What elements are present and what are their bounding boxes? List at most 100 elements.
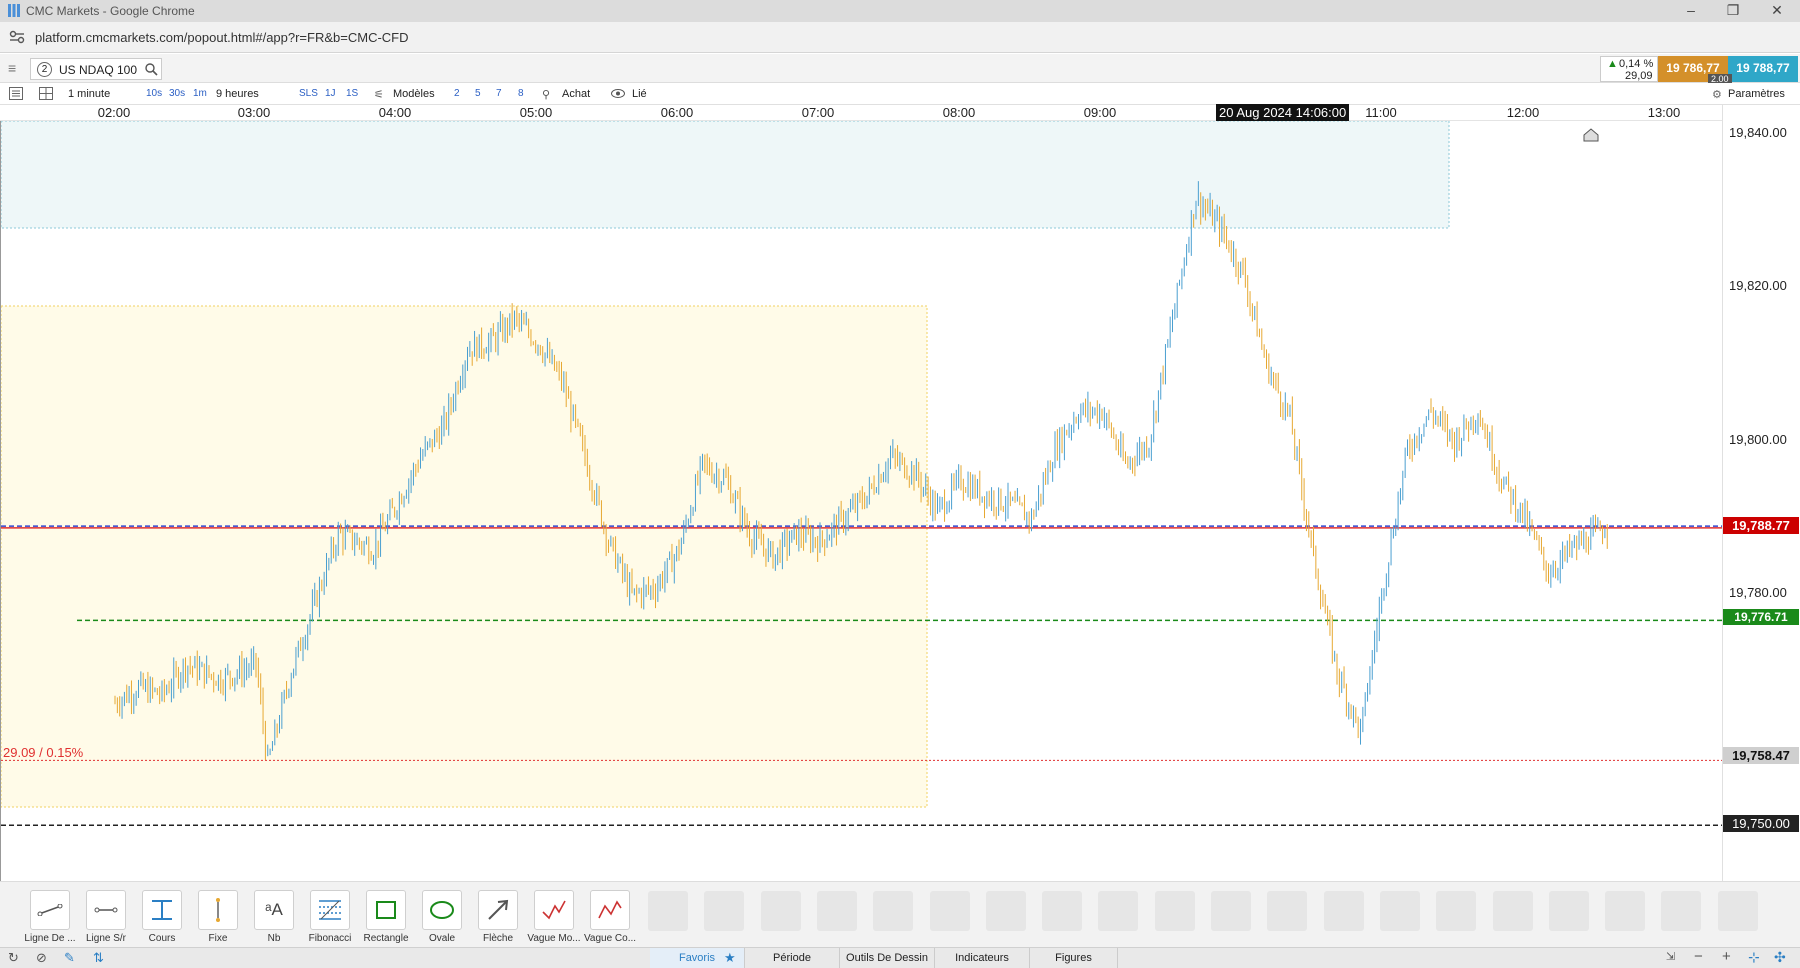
- empty-tool-slot[interactable]: [1323, 891, 1364, 931]
- interval-10s[interactable]: 10s: [146, 88, 162, 99]
- empty-tool-slot[interactable]: [704, 891, 745, 931]
- range-1j[interactable]: 1J: [325, 88, 336, 99]
- settings-gear-icon[interactable]: ⚙: [1712, 88, 1722, 101]
- tool-label: Ovale: [428, 933, 456, 944]
- buy-button[interactable]: 19 788,77: [1728, 56, 1798, 82]
- search-icon[interactable]: [145, 63, 158, 76]
- tab-drawing-tools[interactable]: Outils De Dessin: [840, 948, 935, 968]
- time-label: 02:00: [97, 105, 131, 120]
- move-icon[interactable]: ✣: [1774, 949, 1786, 966]
- time-label: 05:00: [519, 105, 553, 120]
- template-8[interactable]: 8: [518, 88, 524, 99]
- list-icon[interactable]: [9, 87, 23, 100]
- empty-tool-slot[interactable]: [1605, 891, 1646, 931]
- empty-tool-slot[interactable]: [1436, 891, 1477, 931]
- template-7[interactable]: 7: [496, 88, 502, 99]
- url-text[interactable]: platform.cmcmarkets.com/popout.html#/app…: [35, 30, 409, 45]
- price-chart[interactable]: 29.09 / 0.15%: [0, 120, 1723, 881]
- rectangle-icon: [376, 901, 396, 919]
- refresh-icon[interactable]: ↻: [8, 950, 19, 966]
- up-arrow-icon: ▲: [1607, 58, 1618, 70]
- empty-tool-slot[interactable]: [1267, 891, 1308, 931]
- tool-rectangle[interactable]: Rectangle: [358, 890, 414, 944]
- time-axis: 02:00 03:00 04:00 05:00 06:00 07:00 08:0…: [0, 105, 1722, 121]
- empty-tool-slot[interactable]: [1661, 891, 1702, 931]
- tool-sr-line[interactable]: Ligne S/r: [78, 890, 134, 944]
- tool-label: Vague Mo...: [527, 933, 581, 944]
- tool-price[interactable]: Cours: [134, 890, 190, 944]
- template-2[interactable]: 2: [454, 88, 460, 99]
- text-tool-icon: ᵃA: [265, 900, 283, 919]
- home-marker-icon[interactable]: [1583, 128, 1599, 142]
- tab-period[interactable]: Période: [745, 948, 840, 968]
- order-icon: ⚲: [542, 89, 551, 101]
- red-line-label: 19,758.47: [1723, 747, 1799, 764]
- tool-fibonacci[interactable]: Fibonacci: [302, 890, 358, 944]
- tool-trend-line[interactable]: Ligne De ...: [22, 890, 78, 944]
- range-selector[interactable]: 9 heures: [216, 88, 259, 100]
- window-title: CMC Markets - Google Chrome: [26, 4, 195, 18]
- tool-motive-wave[interactable]: Vague Mo...: [526, 890, 582, 944]
- time-label: 08:00: [942, 105, 976, 120]
- empty-tool-slot[interactable]: [760, 891, 801, 931]
- template-5[interactable]: 5: [475, 88, 481, 99]
- instrument-selector[interactable]: 2 US NDAQ 100: [30, 58, 162, 80]
- menu-icon[interactable]: ≡: [8, 60, 16, 76]
- fixed-tool-icon: [216, 898, 220, 922]
- tool-note[interactable]: ᵃA Nb: [246, 890, 302, 944]
- auto-fit-icon[interactable]: ⇲: [1666, 950, 1675, 963]
- empty-tool-slot[interactable]: [1717, 891, 1758, 931]
- templates-button[interactable]: Modèles: [393, 88, 435, 100]
- minimize-button[interactable]: –: [1676, 2, 1706, 18]
- interval-1m[interactable]: 1m: [193, 88, 207, 99]
- tool-corrective-wave[interactable]: Vague Co...: [582, 890, 638, 944]
- drawing-toolbar: Ligne De ... Ligne S/r Cours Fixe ᵃA Nb F…: [0, 881, 1800, 947]
- change-percent: 0,14 %: [1619, 58, 1654, 70]
- tab-indicators[interactable]: Indicateurs: [935, 948, 1030, 968]
- close-window-button[interactable]: ✕: [1762, 2, 1792, 19]
- site-info-icon[interactable]: [9, 30, 25, 44]
- settings-button[interactable]: Paramètres: [1728, 88, 1785, 100]
- range-1s[interactable]: 1S: [346, 88, 358, 99]
- magnet-icon[interactable]: ⇅: [93, 950, 104, 966]
- tab-figures[interactable]: Figures: [1030, 948, 1118, 968]
- tab-label: Favoris: [678, 952, 716, 964]
- empty-tool-slot[interactable]: [1379, 891, 1420, 931]
- interval-selector[interactable]: 1 minute: [68, 88, 110, 100]
- empty-tool-slot[interactable]: [816, 891, 857, 931]
- highlight-zone-blue[interactable]: [0, 120, 1450, 229]
- tool-arrow[interactable]: Flèche: [470, 890, 526, 944]
- empty-tool-slot[interactable]: [985, 891, 1026, 931]
- star-icon[interactable]: ★: [724, 950, 736, 966]
- zoom-in-icon[interactable]: +: [1722, 948, 1731, 965]
- empty-tool-slot[interactable]: [1154, 891, 1195, 931]
- address-bar[interactable]: platform.cmcmarkets.com/popout.html#/app…: [0, 22, 1800, 53]
- range-sls[interactable]: SLS: [299, 88, 318, 99]
- price-tick: 19,800.00: [1729, 432, 1787, 447]
- restore-button[interactable]: ❐: [1718, 2, 1748, 19]
- change-indicator: ▲ 0,14 % 29,09: [1600, 56, 1658, 82]
- linked-button[interactable]: Lié: [632, 88, 647, 100]
- pencil-icon[interactable]: ✎: [64, 950, 75, 966]
- price-axis[interactable]: 19,840.00 19,820.00 19,800.00 19,780.00 …: [1722, 105, 1800, 881]
- highlight-zone-yellow[interactable]: [0, 305, 928, 808]
- empty-tool-slot[interactable]: [1042, 891, 1083, 931]
- motive-wave-icon: [542, 900, 566, 920]
- layout-grid-icon[interactable]: [39, 87, 53, 100]
- tool-ellipse[interactable]: Ovale: [414, 890, 470, 944]
- order-button[interactable]: Achat: [562, 88, 590, 100]
- cancel-icon[interactable]: ⊘: [36, 950, 47, 966]
- tool-fixed[interactable]: Fixe: [190, 890, 246, 944]
- empty-tool-slot[interactable]: [873, 891, 914, 931]
- empty-tool-slot[interactable]: [1492, 891, 1533, 931]
- interval-30s[interactable]: 30s: [169, 88, 185, 99]
- empty-tool-slot[interactable]: [1211, 891, 1251, 931]
- chart-canvas[interactable]: 29.09 / 0.15%: [0, 120, 1723, 881]
- crosshair-icon[interactable]: ⊹: [1748, 949, 1760, 966]
- empty-tool-slot[interactable]: [648, 891, 688, 931]
- tool-label: Ligne De ...: [24, 933, 76, 944]
- zoom-out-icon[interactable]: −: [1694, 948, 1703, 965]
- empty-tool-slot[interactable]: [929, 891, 970, 931]
- empty-tool-slot[interactable]: [1548, 891, 1589, 931]
- empty-tool-slot[interactable]: [1098, 891, 1139, 931]
